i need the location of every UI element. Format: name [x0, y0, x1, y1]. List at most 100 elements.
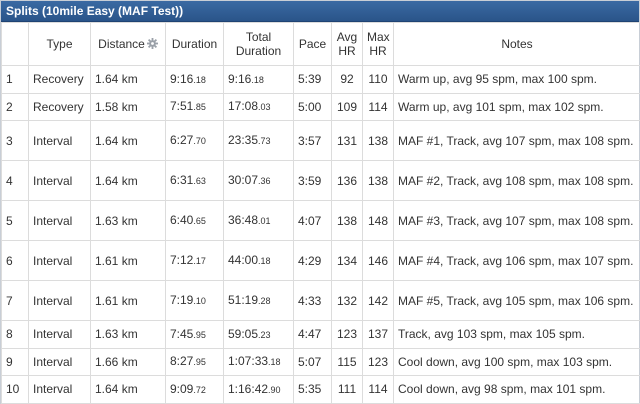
duration-main: 6:40	[170, 213, 194, 227]
table-row[interactable]: 2 Recovery 1.58 km 7:51.85 17:08.03 5:00 109 11…	[1, 92, 640, 121]
header-pace-label: Pace	[298, 37, 327, 51]
split-distance: 1.64 km	[90, 120, 166, 161]
split-total-duration: 51:19.28	[223, 280, 294, 321]
split-duration: 7:12.17	[165, 240, 224, 281]
split-distance: 1.61 km	[90, 240, 166, 281]
splits-body: 1 Recovery 1.64 km 9:16.18 9:16.18 5:39 92 110 W…	[1, 65, 640, 404]
split-type: Recovery	[28, 65, 91, 94]
splits-panel: Splits (10mile Easy (MAF Test)) Type Dis…	[0, 0, 640, 404]
table-row[interactable]: 4 Interval 1.64 km 6:31.63 30:07.36 3:59 136 13…	[1, 160, 640, 201]
split-notes: MAF #1, Track, avg 107 spm, max 108 spm.	[393, 120, 640, 161]
split-distance: 1.64 km	[90, 375, 166, 404]
table-row[interactable]: 3 Interval 1.64 km 6:27.70 23:35.73 3:57 131 13…	[1, 120, 640, 161]
total-centiseconds: .18	[258, 256, 271, 266]
split-type: Recovery	[28, 92, 91, 121]
split-avg-hr: 109	[331, 92, 363, 121]
split-total-duration: 1:07:33.18	[223, 347, 294, 376]
duration-main: 7:45	[170, 326, 194, 341]
split-total-duration: 59:05.23	[223, 320, 294, 349]
duration-centiseconds: .95	[193, 357, 206, 368]
split-number: 5	[1, 200, 29, 241]
split-number: 4	[1, 160, 29, 201]
total-centiseconds: .23	[258, 329, 271, 340]
split-max-hr: 110	[362, 65, 394, 94]
split-number: 7	[1, 280, 29, 321]
table-row[interactable]: 10 Interval 1.64 km 9:09.72 1:16:42.90 5:35 11…	[1, 375, 640, 404]
total-main: 1:07:33	[228, 354, 269, 369]
duration-main: 7:51	[170, 99, 194, 114]
split-duration: 6:27.70	[165, 120, 224, 161]
split-duration: 9:09.72	[165, 375, 224, 404]
duration-centiseconds: .10	[193, 296, 206, 306]
split-type: Interval	[28, 320, 91, 349]
split-total-duration: 23:35.73	[223, 120, 294, 161]
gear-icon[interactable]	[146, 38, 158, 49]
total-main: 9:16	[228, 71, 252, 86]
header-avg-hr[interactable]: Avg HR	[331, 22, 363, 66]
split-max-hr: 138	[362, 160, 394, 201]
total-main: 23:35	[228, 133, 259, 147]
split-total-duration: 9:16.18	[223, 65, 294, 94]
split-number: 3	[1, 120, 29, 161]
table-row[interactable]: 1 Recovery 1.64 km 9:16.18 9:16.18 5:39 92 110 W…	[1, 65, 640, 94]
total-centiseconds: .01	[258, 216, 271, 226]
table-row[interactable]: 8 Interval 1.63 km 7:45.95 59:05.23 4:47 123 13…	[1, 320, 640, 349]
header-duration-label: Duration	[171, 37, 218, 51]
split-total-duration: 36:48.01	[223, 200, 294, 241]
table-row[interactable]: 9 Interval 1.66 km 8:27.95 1:07:33.18 5:07 115…	[1, 347, 640, 376]
split-number: 9	[1, 347, 29, 376]
header-pace[interactable]: Pace	[293, 22, 332, 66]
header-total-duration[interactable]: Total Duration	[223, 22, 294, 66]
duration-main: 6:27	[170, 133, 194, 147]
header-notes-label: Notes	[501, 37, 533, 51]
header-type[interactable]: Type	[28, 22, 91, 66]
header-distance[interactable]: Distance	[90, 22, 166, 66]
header-avg-line1: Avg	[336, 30, 358, 44]
duration-main: 7:19	[170, 293, 194, 307]
split-max-hr: 146	[362, 240, 394, 281]
header-max-hr[interactable]: Max HR	[362, 22, 394, 66]
split-total-duration: 1:16:42.90	[223, 375, 294, 404]
split-notes: Warm up, avg 101 spm, max 102 spm.	[393, 92, 640, 121]
table-row[interactable]: 5 Interval 1.63 km 6:40.65 36:48.01 4:07 138 14…	[1, 200, 640, 241]
split-distance: 1.61 km	[90, 280, 166, 321]
total-centiseconds: .18	[268, 357, 281, 368]
split-pace: 5:39	[293, 65, 332, 94]
total-centiseconds: .28	[258, 296, 271, 306]
header-total-line1: Total	[245, 30, 272, 44]
split-pace: 5:00	[293, 92, 332, 121]
duration-centiseconds: .85	[193, 102, 206, 113]
split-avg-hr: 92	[331, 65, 363, 94]
header-row: Type Distance Duration Total Duration Pac…	[1, 22, 640, 66]
total-centiseconds: .18	[251, 74, 264, 85]
header-num	[1, 22, 29, 66]
header-avg-line2: HR	[338, 44, 356, 58]
split-max-hr: 137	[362, 320, 394, 349]
split-max-hr: 138	[362, 120, 394, 161]
split-max-hr: 148	[362, 200, 394, 241]
split-number: 10	[1, 375, 29, 404]
duration-main: 9:09	[170, 381, 194, 396]
header-distance-label: Distance	[98, 37, 145, 51]
split-distance: 1.58 km	[90, 92, 166, 121]
header-notes[interactable]: Notes	[393, 22, 640, 66]
split-avg-hr: 132	[331, 280, 363, 321]
table-row[interactable]: 7 Interval 1.61 km 7:19.10 51:19.28 4:33 132 14…	[1, 280, 640, 321]
split-avg-hr: 123	[331, 320, 363, 349]
split-type: Interval	[28, 280, 91, 321]
split-type: Interval	[28, 347, 91, 376]
duration-centiseconds: .18	[193, 74, 206, 85]
split-distance: 1.64 km	[90, 65, 166, 94]
split-notes: MAF #5, Track, avg 105 spm, max 106 spm.	[393, 280, 640, 321]
split-duration: 8:27.95	[165, 347, 224, 376]
split-avg-hr: 134	[331, 240, 363, 281]
split-total-duration: 30:07.36	[223, 160, 294, 201]
header-duration[interactable]: Duration	[165, 22, 224, 66]
panel-title: Splits (10mile Easy (MAF Test))	[1, 1, 639, 22]
table-row[interactable]: 6 Interval 1.61 km 7:12.17 44:00.18 4:29 134 14…	[1, 240, 640, 281]
total-main: 1:16:42	[228, 381, 269, 396]
split-type: Interval	[28, 160, 91, 201]
total-centiseconds: .73	[258, 136, 271, 146]
header-max-line1: Max	[367, 30, 390, 44]
split-total-duration: 44:00.18	[223, 240, 294, 281]
